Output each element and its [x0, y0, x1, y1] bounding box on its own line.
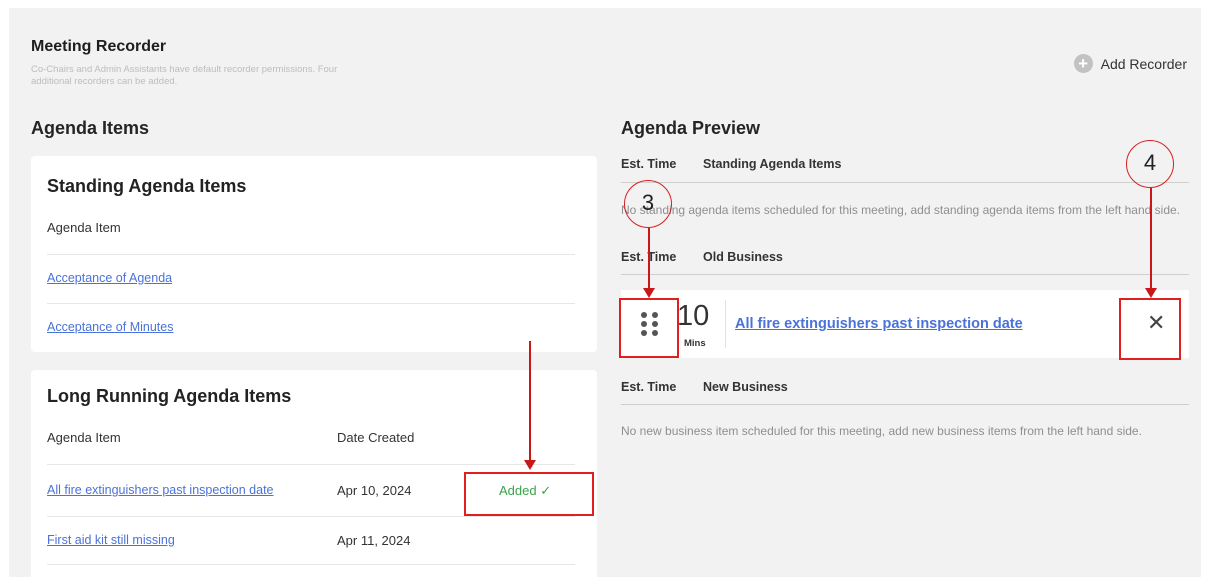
agenda-items-heading: Agenda Items: [31, 118, 150, 138]
annotation-arrow-line: [648, 228, 650, 288]
add-recorder-label: Add Recorder: [1100, 55, 1187, 72]
date-created-value: Apr 10, 2024: [337, 483, 412, 498]
recorder-permissions-note: Co-Chairs and Admin Assistants have defa…: [31, 64, 338, 87]
annotation-arrowhead: [643, 288, 655, 298]
page-title: Meeting Recorder: [31, 38, 167, 55]
long-running-item-link[interactable]: First aid kit still missing: [47, 533, 175, 547]
row-divider: [47, 464, 575, 465]
row-divider: [47, 254, 575, 255]
agenda-preview-heading: Agenda Preview: [621, 118, 761, 138]
new-business-section-header: Est. Time New Business: [621, 380, 788, 394]
drag-handle-highlight-box: [619, 298, 679, 358]
long-running-item-link[interactable]: All fire extinguishers past inspection d…: [47, 483, 274, 497]
meeting-recorder-page: Meeting Recorder Co-Chairs and Admin Ass…: [9, 8, 1201, 577]
added-highlight-box: [464, 472, 594, 516]
standing-agenda-title: Standing Agenda Items: [47, 176, 247, 196]
date-created-value: Apr 11, 2024: [337, 533, 411, 548]
section-name: Old Business: [703, 250, 783, 264]
new-business-empty-message: No new business item scheduled for this …: [621, 424, 1142, 438]
estimated-time-value: 10: [677, 300, 710, 332]
standing-agenda-card: Standing Agenda Items Agenda Item Accept…: [31, 156, 597, 352]
row-divider: [47, 564, 575, 565]
section-name: Standing Agenda Items: [703, 157, 842, 171]
est-time-label: Est. Time: [621, 250, 677, 264]
standing-empty-message: No standing agenda items scheduled for t…: [621, 203, 1181, 217]
scheduled-agenda-item: 10 Mins All fire extinguishers past insp…: [621, 290, 1189, 358]
standing-item-link[interactable]: Acceptance of Agenda: [47, 271, 172, 285]
agenda-item-column-header: Agenda Item: [47, 430, 121, 445]
item-divider: [725, 300, 726, 348]
annotation-arrow-line: [529, 341, 531, 461]
old-business-section-header: Est. Time Old Business: [621, 250, 783, 264]
row-divider: [47, 516, 575, 517]
annotation-arrowhead: [1145, 288, 1157, 298]
section-divider: [621, 274, 1189, 275]
plus-circle-icon: +: [1073, 54, 1093, 73]
section-name: New Business: [703, 380, 788, 394]
add-recorder-button[interactable]: + Add Recorder: [1073, 54, 1187, 73]
long-running-agenda-title: Long Running Agenda Items: [47, 386, 292, 406]
close-highlight-box: [1119, 298, 1181, 360]
section-divider: [621, 182, 1189, 183]
standing-item-link[interactable]: Acceptance of Minutes: [47, 320, 173, 334]
est-time-label: Est. Time: [621, 380, 677, 394]
section-divider: [621, 404, 1189, 405]
annotation-arrow-line: [1150, 188, 1152, 288]
agenda-item-column-header: Agenda Item: [47, 220, 121, 235]
date-created-column-header: Date Created: [337, 430, 415, 445]
row-divider: [47, 303, 575, 304]
estimated-time-unit: Mins: [684, 338, 706, 349]
standing-section-header: Est. Time Standing Agenda Items: [621, 157, 841, 171]
est-time-label: Est. Time: [621, 157, 677, 171]
callout-4: 4: [1126, 140, 1174, 188]
annotation-arrowhead: [524, 460, 536, 470]
callout-3: 3: [624, 180, 672, 228]
scheduled-item-link[interactable]: All fire extinguishers past inspection d…: [735, 316, 1023, 332]
